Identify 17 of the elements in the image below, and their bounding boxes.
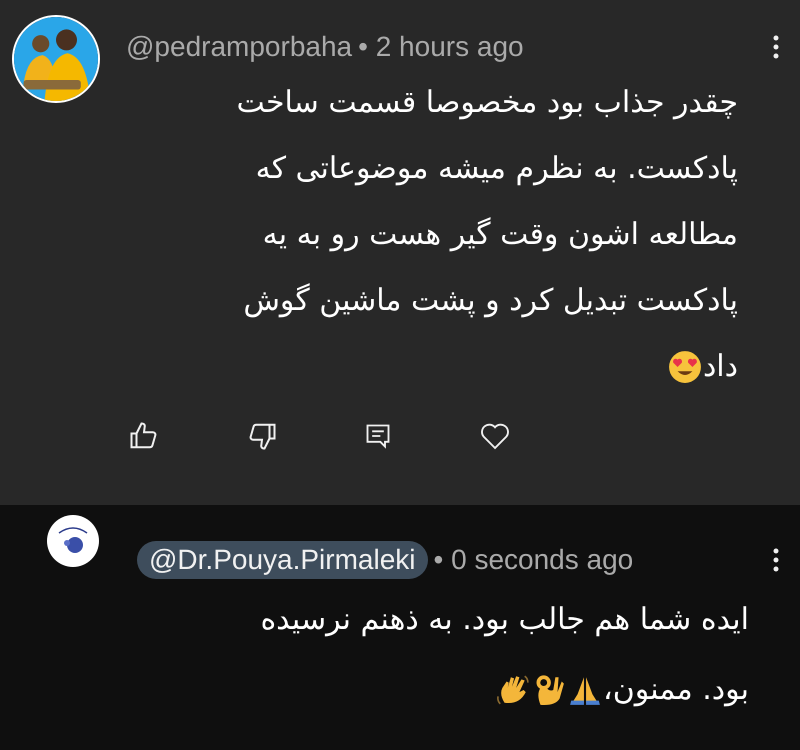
waving-hand-emoji-icon [496,673,530,707]
reply-icon[interactable] [364,422,392,450]
comment-text-line: پادکست تبدیل کرد و پشت ماشین گوش [243,282,738,320]
comment-author[interactable]: @Dr.Pouya.Pirmaleki [137,541,428,579]
comment-text-line: مطالعه اشون وقت گیر هست رو به یه [262,216,738,254]
heart-eyes-emoji-icon [668,350,702,384]
avatar-logo-icon [47,515,99,567]
more-options-icon[interactable] [772,547,780,573]
comment-text-line: پادکست. به نظرم میشه موضوعاتی که [256,150,738,188]
more-options-icon[interactable] [772,34,780,60]
comment-text-line: چقدر جذاب بود مخصوصا قسمت ساخت [236,84,738,122]
comment-text-line: بود. ممنون، [603,671,749,709]
comment-time: • 0 seconds ago [434,543,634,577]
comment-author: @pedramporbaha [126,30,352,64]
comment-text-line: ایده شما هم جالب بود. به ذهنم نرسیده [260,601,749,639]
comment-time: • 2 hours ago [358,30,524,64]
comment-text-line: داد [702,348,738,386]
